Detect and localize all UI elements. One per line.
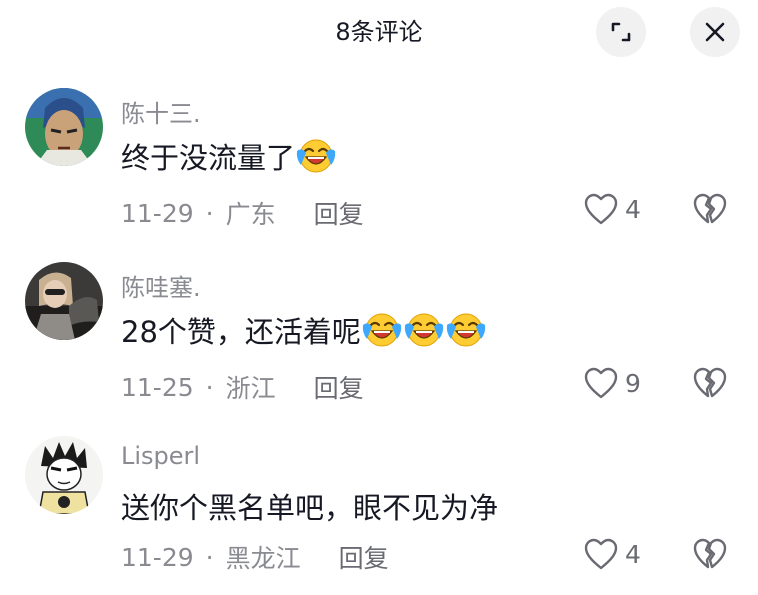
- comment-username[interactable]: 陈十三.: [121, 94, 201, 129]
- broken-heart-icon: [693, 193, 727, 224]
- tears-of-joy-emoji-icon: [403, 311, 445, 349]
- comment-username[interactable]: 陈哇塞.: [121, 268, 201, 303]
- comment-meta: 11-29 · 广东 回复: [121, 195, 364, 231]
- comment-username[interactable]: Lisperl: [121, 442, 200, 470]
- tears-of-joy-emoji-icon: [295, 137, 337, 175]
- comment-item: Lisperl 送你个黑名单吧，眼不见为净 11-29 · 黑龙江 回复 4: [0, 433, 758, 595]
- comment-text-body: 终于没流量了: [121, 141, 296, 175]
- like-button[interactable]: 4: [583, 537, 641, 571]
- comment-location: 广东: [225, 200, 276, 229]
- expand-icon: [611, 22, 631, 42]
- like-count: 4: [625, 194, 641, 224]
- close-button[interactable]: [690, 7, 740, 57]
- dislike-button[interactable]: [692, 537, 728, 575]
- comment-item: 陈哇塞. 28个赞，还活着呢 11-25 · 浙江 回复 9: [0, 259, 758, 429]
- reply-button[interactable]: 回复: [339, 539, 389, 575]
- like-count: 4: [625, 539, 641, 569]
- comment-item: 陈十三. 终于没流量了 11-29 · 广东 回复 4: [0, 85, 758, 255]
- comment-meta: 11-25 · 浙江 回复: [121, 369, 364, 405]
- close-icon: [705, 22, 725, 42]
- comment-location: 黑龙江: [225, 544, 301, 573]
- comment-date: 11-29: [121, 542, 194, 572]
- meta-separator: ·: [205, 372, 214, 402]
- tears-of-joy-emoji-icon: [361, 311, 403, 349]
- broken-heart-icon: [693, 367, 727, 398]
- dislike-button[interactable]: [692, 192, 728, 230]
- like-count: 9: [625, 368, 641, 398]
- avatar[interactable]: [25, 436, 103, 514]
- comment-location: 浙江: [225, 374, 276, 403]
- comment-text: 送你个黑名单吧，眼不见为净: [121, 485, 498, 527]
- comment-text-body: 送你个黑名单吧，眼不见为净: [121, 491, 499, 525]
- comment-meta: 11-29 · 黑龙江 回复: [121, 539, 389, 575]
- avatar[interactable]: [25, 262, 103, 340]
- avatar[interactable]: [25, 88, 103, 166]
- tears-of-joy-emoji-icon: [445, 311, 487, 349]
- dislike-button[interactable]: [692, 366, 728, 404]
- comment-date: 11-29: [121, 198, 194, 228]
- meta-separator: ·: [205, 198, 214, 228]
- comment-text: 28个赞，还活着呢: [121, 309, 487, 351]
- meta-separator: ·: [205, 542, 214, 572]
- comment-text-body: 28个赞，还活着呢: [121, 315, 361, 349]
- broken-heart-icon: [693, 538, 727, 569]
- expand-button[interactable]: [596, 7, 646, 57]
- comment-text: 终于没流量了: [121, 135, 337, 177]
- like-button[interactable]: 4: [583, 192, 641, 226]
- heart-icon: [584, 193, 618, 225]
- like-button[interactable]: 9: [583, 366, 641, 400]
- heart-icon: [584, 538, 618, 570]
- reply-button[interactable]: 回复: [314, 195, 364, 231]
- comment-date: 11-25: [121, 372, 194, 402]
- comments-header: 8条评论: [0, 0, 758, 57]
- reply-button[interactable]: 回复: [314, 369, 364, 405]
- heart-icon: [584, 367, 618, 399]
